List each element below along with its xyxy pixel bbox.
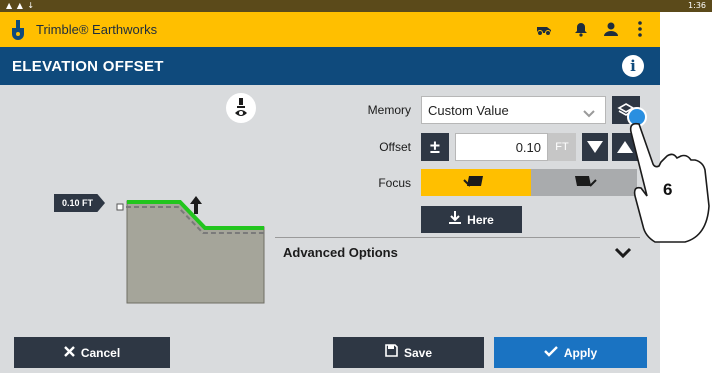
offset-unit: FT — [548, 133, 576, 161]
offset-tag: 0.10 FT — [54, 194, 106, 212]
page-header: ELEVATION OFFSET i — [0, 47, 660, 85]
here-button[interactable]: Here — [421, 206, 522, 233]
truck-icon[interactable] — [535, 21, 553, 42]
user-icon[interactable] — [603, 21, 619, 42]
status-icons: ▲ ▲ ↓ — [6, 1, 36, 10]
offset-value: 0.10 — [515, 140, 541, 155]
bell-icon[interactable] — [574, 21, 588, 42]
advanced-options-label[interactable]: Advanced Options — [283, 245, 398, 260]
save-icon — [385, 343, 398, 362]
apply-button[interactable]: Apply — [494, 337, 647, 368]
step-number: 6 — [663, 180, 673, 199]
pointing-hand-icon — [627, 107, 710, 243]
blade-front-icon — [463, 174, 487, 195]
memory-select[interactable]: Custom Value — [421, 96, 606, 124]
eye-target-icon[interactable] — [226, 93, 256, 123]
chevron-down-icon[interactable] — [614, 246, 632, 264]
blade-back-icon — [573, 174, 597, 195]
download-arrow-icon — [449, 210, 462, 229]
app-bar: Trimble® Earthworks — [0, 12, 660, 47]
offset-up-arrow-icon — [190, 196, 202, 219]
more-icon[interactable] — [637, 21, 643, 42]
info-icon[interactable]: i — [622, 55, 644, 77]
decrement-button[interactable] — [582, 133, 608, 161]
app-title: Trimble® Earthworks — [36, 22, 158, 37]
memory-value: Custom Value — [428, 103, 509, 118]
cancel-label: Cancel — [80, 345, 121, 360]
save-button[interactable]: Save — [333, 337, 484, 368]
apply-label: Apply — [563, 345, 598, 360]
status-bar: ▲ ▲ ↓ 1:36 — [0, 0, 712, 12]
offset-input[interactable]: 0.10 — [455, 133, 548, 161]
chevron-down-icon — [583, 105, 595, 123]
shovel-logo-icon — [10, 19, 26, 46]
save-label: Save — [403, 345, 433, 360]
cancel-button[interactable]: Cancel — [14, 337, 170, 368]
page-title: ELEVATION OFFSET — [12, 58, 164, 75]
offset-label: Offset — [379, 140, 411, 154]
focus-label: Focus — [378, 176, 411, 190]
sign-toggle-button[interactable]: ± — [421, 133, 449, 161]
memory-label: Memory — [367, 103, 411, 117]
triangle-down-icon — [587, 140, 603, 157]
divider — [275, 237, 640, 238]
close-icon — [63, 344, 75, 362]
clock: 1:36 — [688, 1, 706, 10]
focus-option-front[interactable] — [421, 169, 531, 196]
here-label: Here — [467, 212, 494, 227]
checkmark-icon — [543, 344, 558, 362]
